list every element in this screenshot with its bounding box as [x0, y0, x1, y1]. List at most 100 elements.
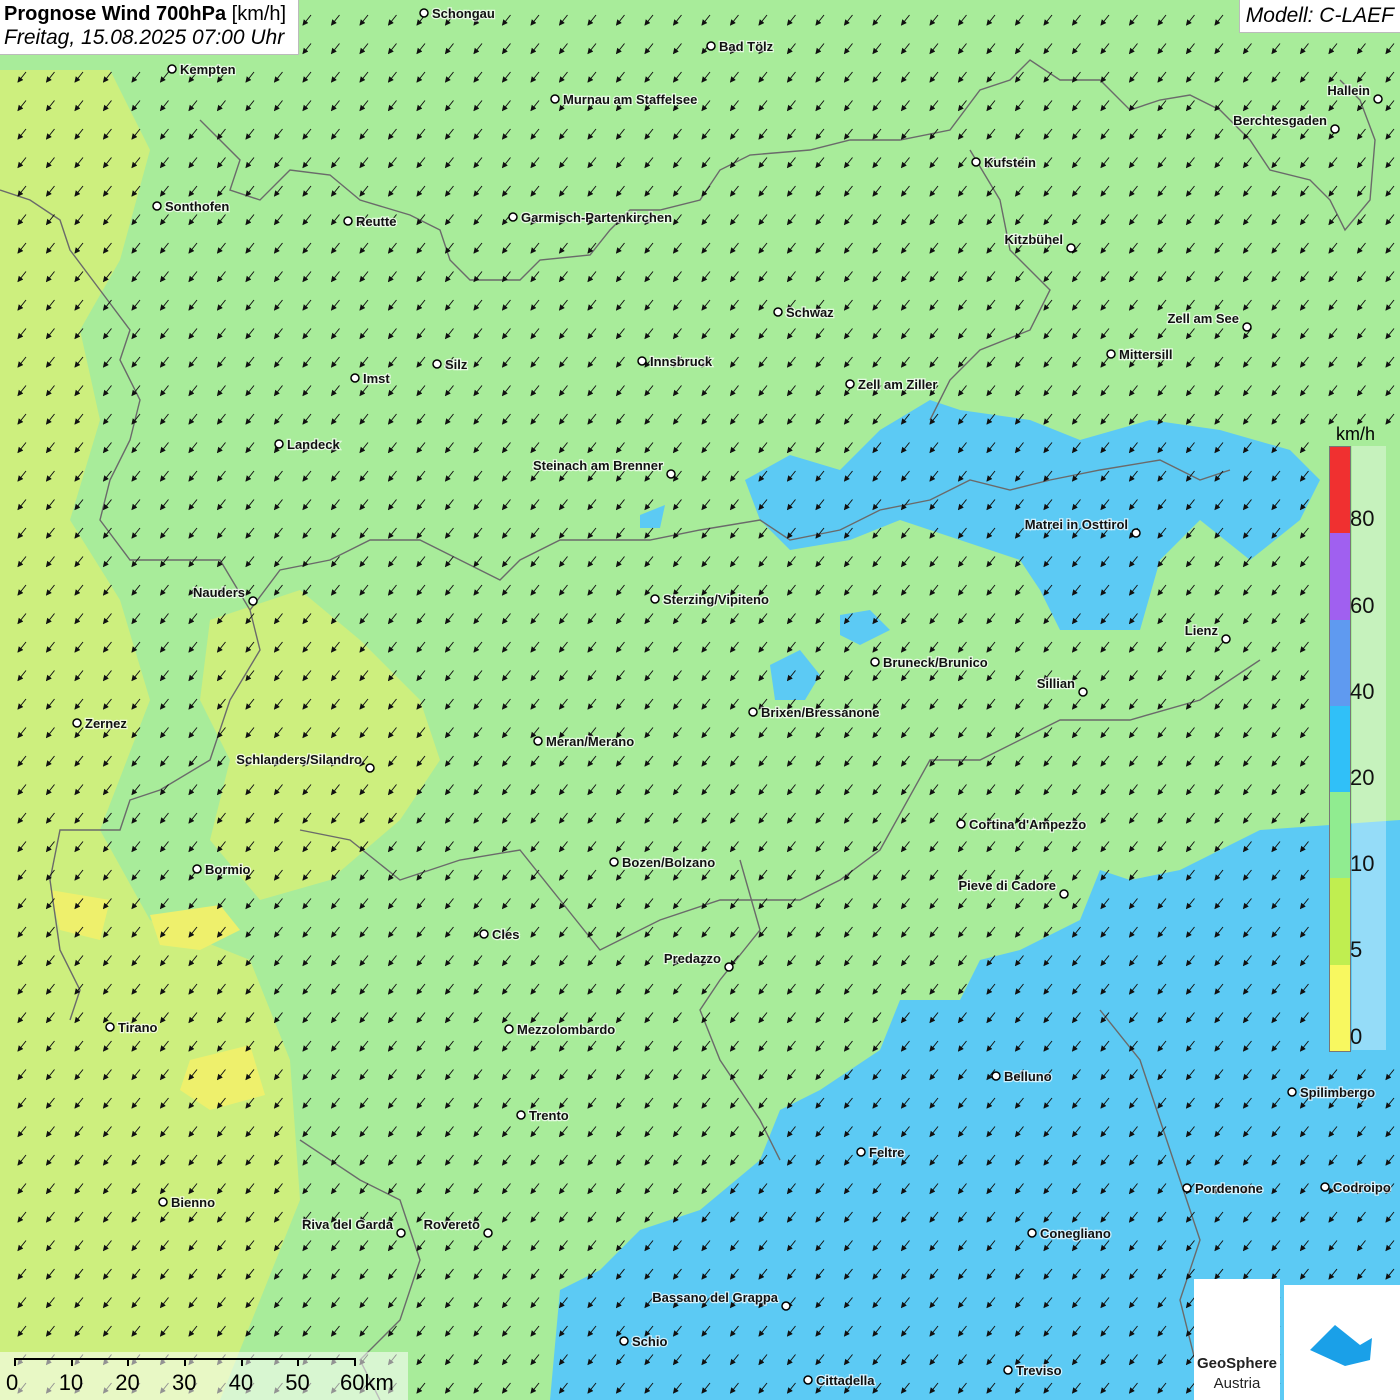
city-label: Belluno — [1004, 1069, 1052, 1084]
city-dot — [650, 594, 660, 604]
city-label: Kempten — [180, 62, 236, 77]
city-dot — [1131, 528, 1141, 538]
scale-tick — [184, 1358, 186, 1366]
legend-segment — [1330, 792, 1350, 879]
city-label: Lienz — [1185, 623, 1219, 638]
city-dot — [1242, 322, 1252, 332]
city-dot — [666, 469, 676, 479]
city-label: Trento — [529, 1108, 569, 1123]
title-main: Prognose Wind 700hPa [km/h] — [4, 3, 286, 26]
city-label: Brixen/Bressanone — [761, 705, 880, 720]
geosphere-logo: GeoSphere Austria — [1194, 1279, 1280, 1400]
city-label: Cittadella — [816, 1373, 875, 1388]
city-label: Codroipo — [1333, 1180, 1391, 1195]
city-dot — [248, 596, 258, 606]
legend-label: 80 — [1350, 506, 1375, 531]
city-marker: Sterzing/Vipiteno — [650, 591, 770, 608]
city-dot — [167, 64, 177, 74]
city-dot — [845, 379, 855, 389]
city-marker: Garmisch-Partenkirchen — [508, 209, 673, 226]
city-label: Berchtesgaden — [1233, 113, 1327, 128]
city-dot — [1078, 687, 1088, 697]
city-marker: Sonthofen — [152, 198, 231, 215]
city-dot — [619, 1336, 629, 1346]
scale-label: 20 — [115, 1370, 140, 1395]
city-label: Zernez — [85, 716, 127, 731]
city-marker: Conegliano — [1027, 1225, 1112, 1242]
city-label: Innsbruck — [650, 354, 713, 369]
forecast-date: Freitag, 15.08.2025 07:00 Uhr — [4, 26, 285, 49]
legend-label: 40 — [1350, 679, 1375, 704]
legend-segment — [1330, 964, 1350, 1051]
city-dot — [1182, 1183, 1192, 1193]
city-dot — [432, 359, 442, 369]
city-dot — [396, 1228, 406, 1238]
city-dot — [533, 736, 543, 746]
city-label: Schlanders/Silandro — [236, 752, 362, 767]
scale-label: 30 — [172, 1370, 197, 1395]
city-marker: Mezzolombardo — [504, 1021, 617, 1038]
legend-segment — [1330, 533, 1350, 620]
scale-label: 0 — [6, 1370, 19, 1395]
city-marker: Bozen/Bolzano — [609, 854, 716, 871]
city-marker: Cortina d'Ampezzo — [956, 816, 1088, 833]
city-dot — [773, 307, 783, 317]
city-dot — [748, 707, 758, 717]
city-label: Imst — [363, 371, 390, 386]
city-dot — [870, 657, 880, 667]
scale-label: 60km — [340, 1370, 394, 1395]
city-label: Mezzolombardo — [517, 1022, 615, 1037]
city-label: Spilimbergo — [1300, 1085, 1375, 1100]
title-box: Prognose Wind 700hPa [km/h] Freitag, 15.… — [0, 0, 300, 55]
scale-tick — [240, 1358, 243, 1366]
legend-label: 20 — [1350, 765, 1375, 790]
city-label: Kitzbühel — [1005, 232, 1064, 247]
city-label: Riva del Garda — [302, 1217, 394, 1232]
city-dot — [152, 201, 162, 211]
city-marker: Meran/Merano — [533, 733, 635, 750]
scale-label: 10 — [58, 1370, 84, 1395]
city-dot — [1287, 1087, 1297, 1097]
city-label: Schio — [632, 1334, 667, 1349]
app-logo-mark — [1284, 1285, 1400, 1400]
scale-tick — [297, 1358, 300, 1366]
city-label: Garmisch-Partenkirchen — [521, 210, 672, 225]
city-dot — [1066, 243, 1076, 253]
city-label: Hallein — [1327, 83, 1370, 98]
city-label: Cles — [492, 927, 519, 942]
city-dot — [1027, 1228, 1037, 1238]
scale-tick — [70, 1358, 73, 1366]
city-label: Reutte — [356, 214, 396, 229]
city-marker: Bruneck/Brunico — [870, 654, 989, 671]
city-dot — [192, 864, 202, 874]
city-dot — [609, 857, 619, 867]
city-dot — [956, 819, 966, 829]
city-dot — [971, 157, 981, 167]
legend-label: 60 — [1350, 593, 1375, 618]
scale-label: 40 — [228, 1370, 254, 1395]
city-dot — [72, 718, 82, 728]
scale-tick — [354, 1358, 356, 1366]
legend-label: 0 — [1350, 1024, 1363, 1049]
city-label: Bozen/Bolzano — [622, 855, 715, 870]
city-label: Murnau am Staffelsee — [563, 92, 697, 107]
city-marker: Innsbruck — [637, 353, 714, 370]
city-label: Zell am See — [1167, 311, 1239, 326]
city-label: Bruneck/Brunico — [883, 655, 988, 670]
city-dot — [706, 41, 716, 51]
scale-tick — [127, 1358, 130, 1366]
scale-label: 50 — [285, 1370, 310, 1395]
scale-tick — [14, 1358, 16, 1366]
legend-label: 10 — [1350, 851, 1375, 876]
city-label: Bassano del Grappa — [652, 1290, 778, 1305]
city-marker: Schongau — [419, 5, 496, 22]
title-text: Prognose Wind 700hPa — [4, 3, 227, 25]
city-marker: Spilimbergo — [1287, 1084, 1376, 1101]
city-label: Sterzing/Vipiteno — [663, 592, 769, 607]
city-label: Kufstein — [984, 155, 1036, 170]
city-dot — [419, 8, 429, 18]
city-label: Steinach am Brenner — [533, 458, 663, 473]
city-label: Predazzo — [664, 951, 721, 966]
city-label: Sonthofen — [165, 199, 229, 214]
city-dot — [508, 212, 518, 222]
